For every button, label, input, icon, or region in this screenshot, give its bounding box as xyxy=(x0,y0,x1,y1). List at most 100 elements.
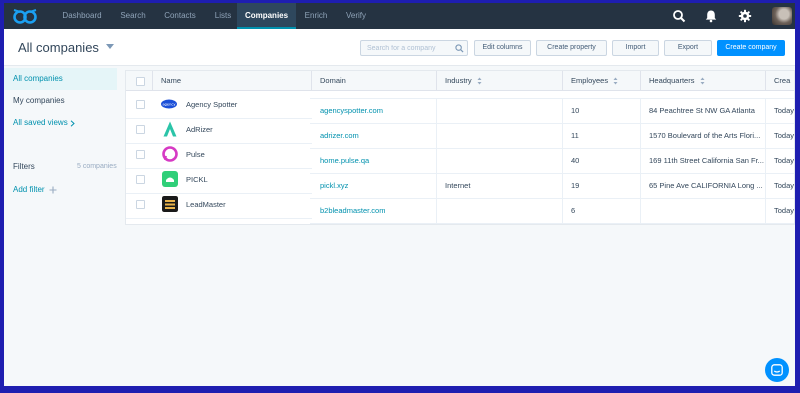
company-domain[interactable]: pickl.xyz xyxy=(312,174,437,198)
company-industry xyxy=(437,149,563,173)
import-button[interactable]: Import xyxy=(612,40,659,56)
employees-header-label: Employees xyxy=(571,76,609,85)
row-divider xyxy=(310,148,794,149)
export-button[interactable]: Export xyxy=(664,40,712,56)
create-property-button[interactable]: Create property xyxy=(536,40,607,56)
top-nav: Dashboard Search Contacts Lists Companie… xyxy=(4,3,795,29)
company-employees: 11 xyxy=(563,124,641,148)
row-divider xyxy=(126,118,312,119)
row-divider xyxy=(310,223,794,224)
add-filter-button[interactable]: Add filter xyxy=(4,179,66,201)
company-name[interactable]: PICKL xyxy=(178,168,310,192)
company-headquarters xyxy=(641,199,766,223)
leadmaster-logo-icon xyxy=(162,196,178,212)
column-header-created[interactable]: Crea xyxy=(766,71,794,91)
company-created: Today xyxy=(774,156,795,165)
company-industry: Internet xyxy=(437,174,563,198)
company-created: Today xyxy=(774,206,795,215)
owl-logo-icon[interactable] xyxy=(12,8,38,24)
nav-tab-contacts[interactable]: Contacts xyxy=(156,3,204,29)
company-domain[interactable]: b2bleadmaster.com xyxy=(312,199,437,223)
company-headquarters: 65 Pine Ave CALIFORNIA Long ... xyxy=(641,174,766,198)
chat-launcher-button[interactable] xyxy=(765,358,789,382)
company-search-input[interactable] xyxy=(360,40,468,56)
row-divider xyxy=(310,98,794,99)
row-divider xyxy=(126,193,312,194)
row-checkbox[interactable] xyxy=(136,100,145,109)
saved-views-label: All saved views xyxy=(13,118,68,127)
company-employees: 40 xyxy=(563,149,641,173)
company-name[interactable]: Pulse xyxy=(178,143,310,167)
column-header-employees[interactable]: Employees xyxy=(563,71,641,91)
page-header: All companies Edit columns Create proper… xyxy=(4,29,795,66)
filters-heading: Filters xyxy=(13,162,35,171)
adrizer-logo-icon xyxy=(163,121,177,137)
company-name[interactable]: LeadMaster xyxy=(178,193,310,217)
search-icon xyxy=(455,44,464,53)
row-divider xyxy=(126,168,312,169)
company-name[interactable]: AdRizer xyxy=(178,118,310,142)
company-headquarters: 169 11th Street California San Fr... xyxy=(641,149,766,173)
company-created: Today xyxy=(774,106,795,115)
row-checkbox[interactable] xyxy=(136,125,145,134)
chevron-down-icon[interactable] xyxy=(106,44,114,49)
gear-icon[interactable] xyxy=(738,9,752,23)
pulse-logo-icon xyxy=(162,146,178,162)
company-industry xyxy=(437,99,563,123)
app-window: Dashboard Search Contacts Lists Companie… xyxy=(4,3,795,386)
row-divider xyxy=(310,173,794,174)
nav-tab-enrich[interactable]: Enrich xyxy=(296,3,336,29)
company-employees: 19 xyxy=(563,174,641,198)
chevron-right-icon xyxy=(70,120,75,127)
industry-header-label: Industry xyxy=(445,76,472,85)
company-domain[interactable]: agencyspotter.com xyxy=(312,99,437,123)
search-icon[interactable] xyxy=(672,9,686,23)
select-all-checkbox[interactable] xyxy=(136,77,145,86)
row-divider xyxy=(126,143,312,144)
row-checkbox[interactable] xyxy=(136,150,145,159)
row-divider xyxy=(310,123,794,124)
user-avatar[interactable] xyxy=(772,7,792,25)
nav-tab-search[interactable]: Search xyxy=(110,3,156,29)
company-domain[interactable]: home.pulse.qa xyxy=(312,149,437,173)
pickl-logo-icon xyxy=(162,171,178,187)
edit-columns-button[interactable]: Edit columns xyxy=(474,40,531,56)
company-employees: 10 xyxy=(563,99,641,123)
nav-tab-verify[interactable]: Verify xyxy=(336,3,376,29)
sidebar-item-my-companies[interactable]: My companies xyxy=(4,90,117,112)
bell-icon[interactable] xyxy=(704,9,718,23)
sort-icon[interactable] xyxy=(700,77,705,85)
company-headquarters: 1570 Boulevard of the Arts Flori... xyxy=(641,124,766,148)
create-company-button[interactable]: Create company xyxy=(717,40,785,56)
sort-icon[interactable] xyxy=(613,77,618,85)
row-divider xyxy=(126,218,312,219)
row-checkbox[interactable] xyxy=(136,200,145,209)
company-domain[interactable]: adrizer.com xyxy=(312,124,437,148)
agency-spotter-logo-icon: agency xyxy=(161,99,177,109)
column-header-headquarters[interactable]: Headquarters xyxy=(641,71,766,91)
row-checkbox[interactable] xyxy=(136,175,145,184)
company-industry xyxy=(437,199,563,223)
company-name[interactable]: Agency Spotter xyxy=(178,93,310,117)
plus-icon xyxy=(49,186,57,194)
nav-tab-dashboard[interactable]: Dashboard xyxy=(54,3,110,29)
company-headquarters: 84 Peachtree St NW GA Atlanta xyxy=(641,99,766,123)
company-created: Today xyxy=(774,181,795,190)
sidebar-item-saved-views[interactable]: All saved views xyxy=(4,112,75,134)
company-employees: 6 xyxy=(563,199,641,223)
headquarters-header-label: Headquarters xyxy=(649,76,695,85)
sort-icon[interactable] xyxy=(477,77,482,85)
column-header-domain[interactable]: Domain xyxy=(312,71,437,91)
company-industry xyxy=(437,124,563,148)
row-divider xyxy=(310,198,794,199)
nav-tab-companies[interactable]: Companies xyxy=(237,3,296,29)
svg-text:agency: agency xyxy=(162,103,176,107)
column-header-name[interactable]: Name xyxy=(153,71,312,91)
filter-count: 5 companies xyxy=(77,163,117,170)
add-filter-label: Add filter xyxy=(13,185,45,194)
column-header-industry[interactable]: Industry xyxy=(437,71,563,91)
company-created: Today xyxy=(774,131,795,140)
sidebar-item-all-companies[interactable]: All companies xyxy=(4,68,117,90)
companies-table: Name Domain Industry Employees Headquart… xyxy=(125,70,795,225)
page-title[interactable]: All companies xyxy=(18,40,99,55)
